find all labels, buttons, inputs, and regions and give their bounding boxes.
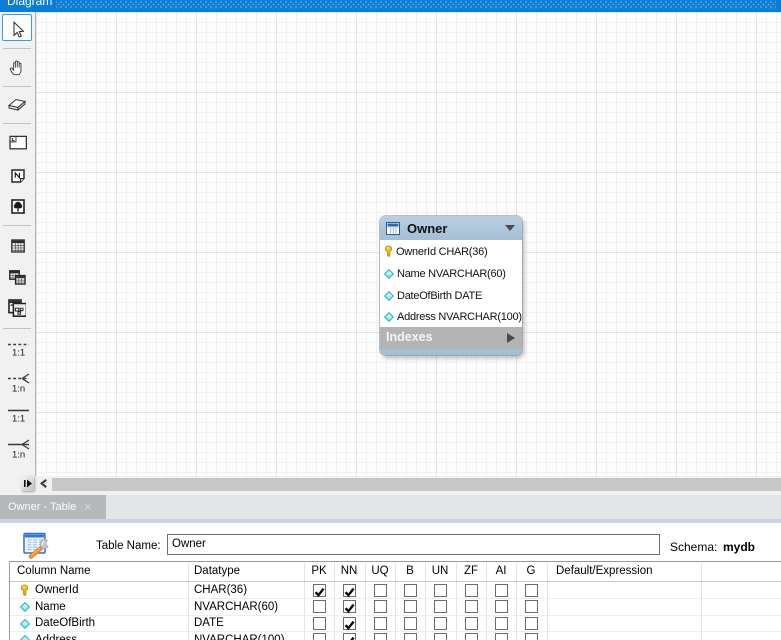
svg-text:1:n: 1:n [12, 383, 25, 394]
svg-text:1:n: 1:n [12, 449, 25, 460]
svg-text:1:1: 1:1 [12, 348, 25, 359]
svg-text:1:1: 1:1 [12, 414, 25, 425]
